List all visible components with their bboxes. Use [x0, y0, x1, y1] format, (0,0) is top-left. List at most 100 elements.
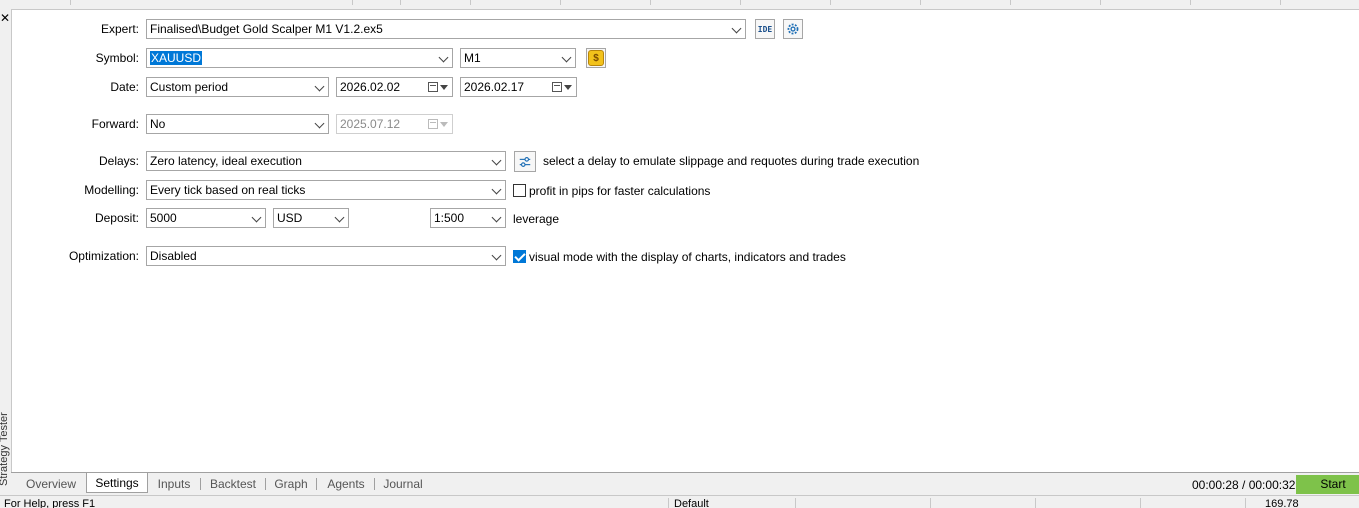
calendar-icon: [428, 82, 438, 92]
tab-settings[interactable]: Settings: [86, 473, 148, 493]
date-to-value: 2026.02.17: [464, 80, 525, 94]
strip-tick: [650, 0, 651, 5]
delays-label-box: Delays:: [11, 151, 139, 171]
symbol-value-wrap: XAUUSD: [150, 49, 203, 67]
modelling-value: Every tick based on real ticks: [150, 183, 306, 197]
optimization-label-box: Optimization:: [11, 246, 139, 266]
tester-tabs-bar: Overview Settings Inputs Backtest Graph …: [11, 472, 1359, 495]
delays-label: Delays:: [98, 154, 139, 168]
leverage-select[interactable]: 1:500: [430, 208, 506, 228]
date-label: Date:: [110, 80, 139, 94]
tab-separator: [200, 478, 201, 490]
gear-icon: [787, 23, 799, 35]
expert-label: Expert:: [100, 22, 139, 36]
tab-journal[interactable]: Journal: [379, 475, 427, 493]
leverage-label: leverage: [513, 212, 560, 226]
expert-value: Finalised\Budget Gold Scalper M1 V1.2.ex…: [150, 22, 383, 36]
deposit-currency-select[interactable]: USD: [273, 208, 349, 228]
date-mode-select[interactable]: Custom period: [146, 77, 329, 97]
strip-tick: [400, 0, 401, 5]
tab-separator: [316, 478, 317, 490]
modelling-select[interactable]: Every tick based on real ticks: [146, 180, 506, 200]
sliders-icon: [519, 156, 531, 167]
forward-label: Forward:: [91, 117, 139, 131]
ide-button[interactable]: IDE: [755, 19, 775, 39]
calendar-icon: [552, 82, 562, 92]
optimization-select[interactable]: Disabled: [146, 246, 506, 266]
symbol-value: XAUUSD: [150, 51, 203, 65]
chevron-down-icon: [314, 118, 325, 129]
date-to-picker[interactable]: 2026.02.17: [460, 77, 577, 97]
top-strip: [0, 0, 1359, 10]
expert-settings-button[interactable]: [783, 19, 803, 39]
modelling-label: Modelling:: [84, 183, 139, 197]
optimization-label: Optimization:: [68, 249, 139, 263]
strip-tick: [1190, 0, 1191, 5]
tab-separator: [374, 478, 375, 490]
calendar-icon: [428, 119, 438, 129]
symbol-specification-button[interactable]: $: [586, 48, 606, 68]
strip-tick: [1280, 0, 1281, 5]
strip-tick: [1100, 0, 1101, 5]
modelling-label-box: Modelling:: [11, 180, 139, 200]
profit-in-pips-checkbox[interactable]: [513, 184, 526, 197]
dropdown-arrow-icon: [564, 85, 572, 90]
ide-icon: IDE: [757, 24, 773, 34]
deposit-amount-select[interactable]: 5000: [146, 208, 266, 228]
tab-graph[interactable]: Graph: [270, 475, 312, 493]
symbol-label-box: Symbol:: [11, 48, 139, 68]
forward-date-value: 2025.07.12: [340, 117, 401, 131]
forward-select[interactable]: No: [146, 114, 329, 134]
symbol-select[interactable]: XAUUSD: [146, 48, 453, 68]
symbol-label: Symbol:: [95, 51, 139, 65]
forward-date-picker: 2025.07.12: [336, 114, 453, 134]
deposit-amount-value: 5000: [150, 211, 177, 225]
status-help-text: For Help, press F1: [4, 498, 96, 508]
delays-value: Zero latency, ideal execution: [150, 154, 302, 168]
chevron-down-icon: [438, 52, 449, 63]
close-icon[interactable]: ✕: [0, 12, 10, 24]
status-connection: 169.78: [1265, 498, 1299, 508]
strip-tick: [1010, 0, 1011, 5]
tab-inputs[interactable]: Inputs: [152, 475, 196, 493]
chevron-down-icon: [251, 212, 262, 223]
expert-label-box: Expert:: [11, 19, 139, 39]
delay-settings-button[interactable]: [514, 151, 536, 172]
timeframe-select[interactable]: M1: [460, 48, 576, 68]
currency-icon: $: [588, 50, 604, 66]
start-button[interactable]: Start: [1296, 475, 1359, 494]
visual-mode-checkbox[interactable]: [513, 250, 526, 263]
elapsed-timer: 00:00:28 / 00:00:32: [1192, 478, 1296, 492]
strip-tick: [352, 0, 353, 5]
dropdown-arrow-icon: [440, 85, 448, 90]
chevron-down-icon: [314, 81, 325, 92]
date-mode-value: Custom period: [150, 80, 229, 94]
visual-mode-label: visual mode with the display of charts, …: [529, 250, 846, 264]
chevron-down-icon: [491, 212, 502, 223]
chevron-down-icon: [491, 250, 502, 261]
chevron-down-icon: [491, 155, 502, 166]
tab-agents[interactable]: Agents: [321, 475, 371, 493]
tab-overview[interactable]: Overview: [21, 475, 81, 493]
chevron-down-icon: [491, 184, 502, 195]
deposit-currency-value: USD: [277, 211, 303, 225]
tab-backtest[interactable]: Backtest: [205, 475, 261, 493]
expert-select[interactable]: Finalised\Budget Gold Scalper M1 V1.2.ex…: [146, 19, 746, 39]
forward-label-box: Forward:: [11, 114, 139, 134]
strip-tick: [740, 0, 741, 5]
strip-tick: [70, 0, 71, 5]
delays-select[interactable]: Zero latency, ideal execution: [146, 151, 506, 171]
profit-in-pips-label: profit in pips for faster calculations: [529, 184, 711, 198]
date-from-picker[interactable]: 2026.02.02: [336, 77, 453, 97]
tab-separator: [265, 478, 266, 490]
panel-title: Strategy Tester: [0, 412, 10, 486]
strip-tick: [830, 0, 831, 5]
deposit-label-box: Deposit:: [11, 208, 139, 228]
chevron-down-icon: [334, 212, 345, 223]
deposit-label: Deposit:: [94, 211, 139, 225]
date-from-value: 2026.02.02: [340, 80, 401, 94]
dropdown-arrow-icon: [440, 122, 448, 127]
delays-hint: select a delay to emulate slippage and r…: [543, 154, 920, 168]
status-bar: For Help, press F1 Default 169.78: [0, 495, 1359, 508]
status-profile: Default: [674, 498, 709, 508]
